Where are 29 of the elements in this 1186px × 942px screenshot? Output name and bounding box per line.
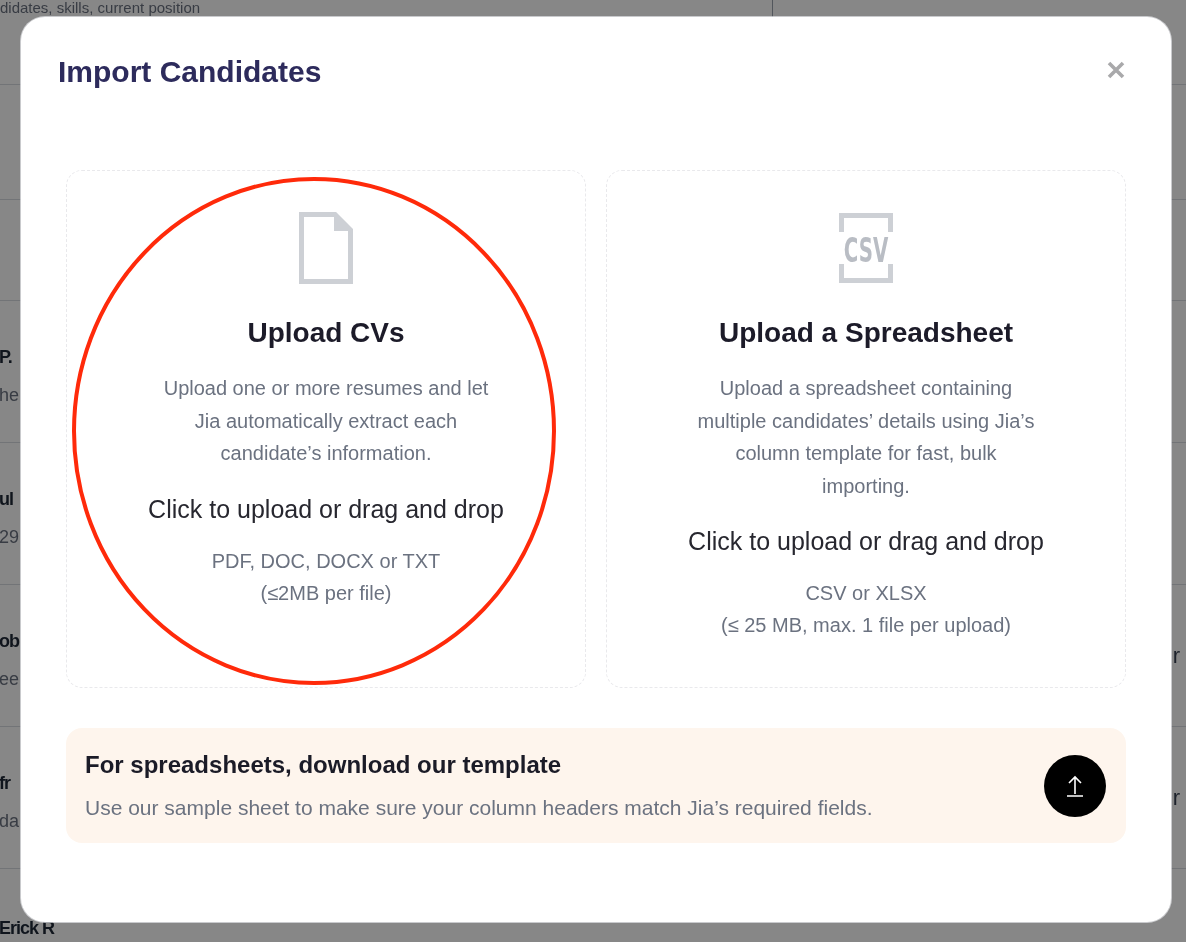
candidate-name: ob <box>0 630 20 653</box>
table-cell-text: r <box>1172 785 1181 810</box>
size-limit-text: (≤2MB per file) <box>260 580 392 606</box>
dropzone-description: Upload a spreadsheet containing multiple candidates’ details using Jia’s column template for fast, bulk importing. <box>696 376 1036 499</box>
close-icon <box>1107 61 1125 79</box>
page-header-text: didates, skills, current position <box>0 0 202 15</box>
candidate-detail: he <box>0 384 20 407</box>
size-limit-text: (≤ 25 MB, max. 1 file per upload) <box>721 613 1011 638</box>
cv-upload-dropzone[interactable]: Upload CVs Upload one or more resumes and let Jia automatically extract each candidate’s information. Click to upload or drag and drop PDF, DOC, DOCX or TXT (≤2MB per file) <box>66 170 586 688</box>
dropzone-title: Upload CVs <box>247 318 405 348</box>
dropzone-title: Upload a Spreadsheet <box>718 318 1014 348</box>
candidate-detail: 29 <box>0 526 20 549</box>
candidate-name: fr <box>0 772 12 795</box>
table-cell-text: r <box>1172 643 1181 668</box>
candidate-detail: da <box>0 810 20 833</box>
upload-instruction: Click to upload or drag and drop <box>148 493 504 524</box>
candidate-name: P. <box>0 346 13 369</box>
spreadsheet-upload-dropzone[interactable] <box>606 170 1126 688</box>
dropzone-description: Upload one or more resumes and let Jia automatically extract each candidate’s information. <box>162 376 490 466</box>
candidate-detail: ee <box>0 668 20 691</box>
file-types-text: PDF, DOC, DOCX or TXT <box>211 548 441 574</box>
document-icon <box>299 212 353 284</box>
upload-instruction: Click to upload or drag and drop <box>688 526 1044 556</box>
dialog-title: Import Candidates <box>58 54 322 90</box>
banner-description: Use our sample sheet to make sure your column headers match Jia’s required fields. <box>85 794 873 821</box>
file-types-text: CSV or XLSX <box>805 581 927 606</box>
banner-title: For spreadsheets, download our template <box>85 749 563 780</box>
upload-arrow-icon <box>1066 774 1084 797</box>
candidate-name: ul <box>0 488 14 511</box>
